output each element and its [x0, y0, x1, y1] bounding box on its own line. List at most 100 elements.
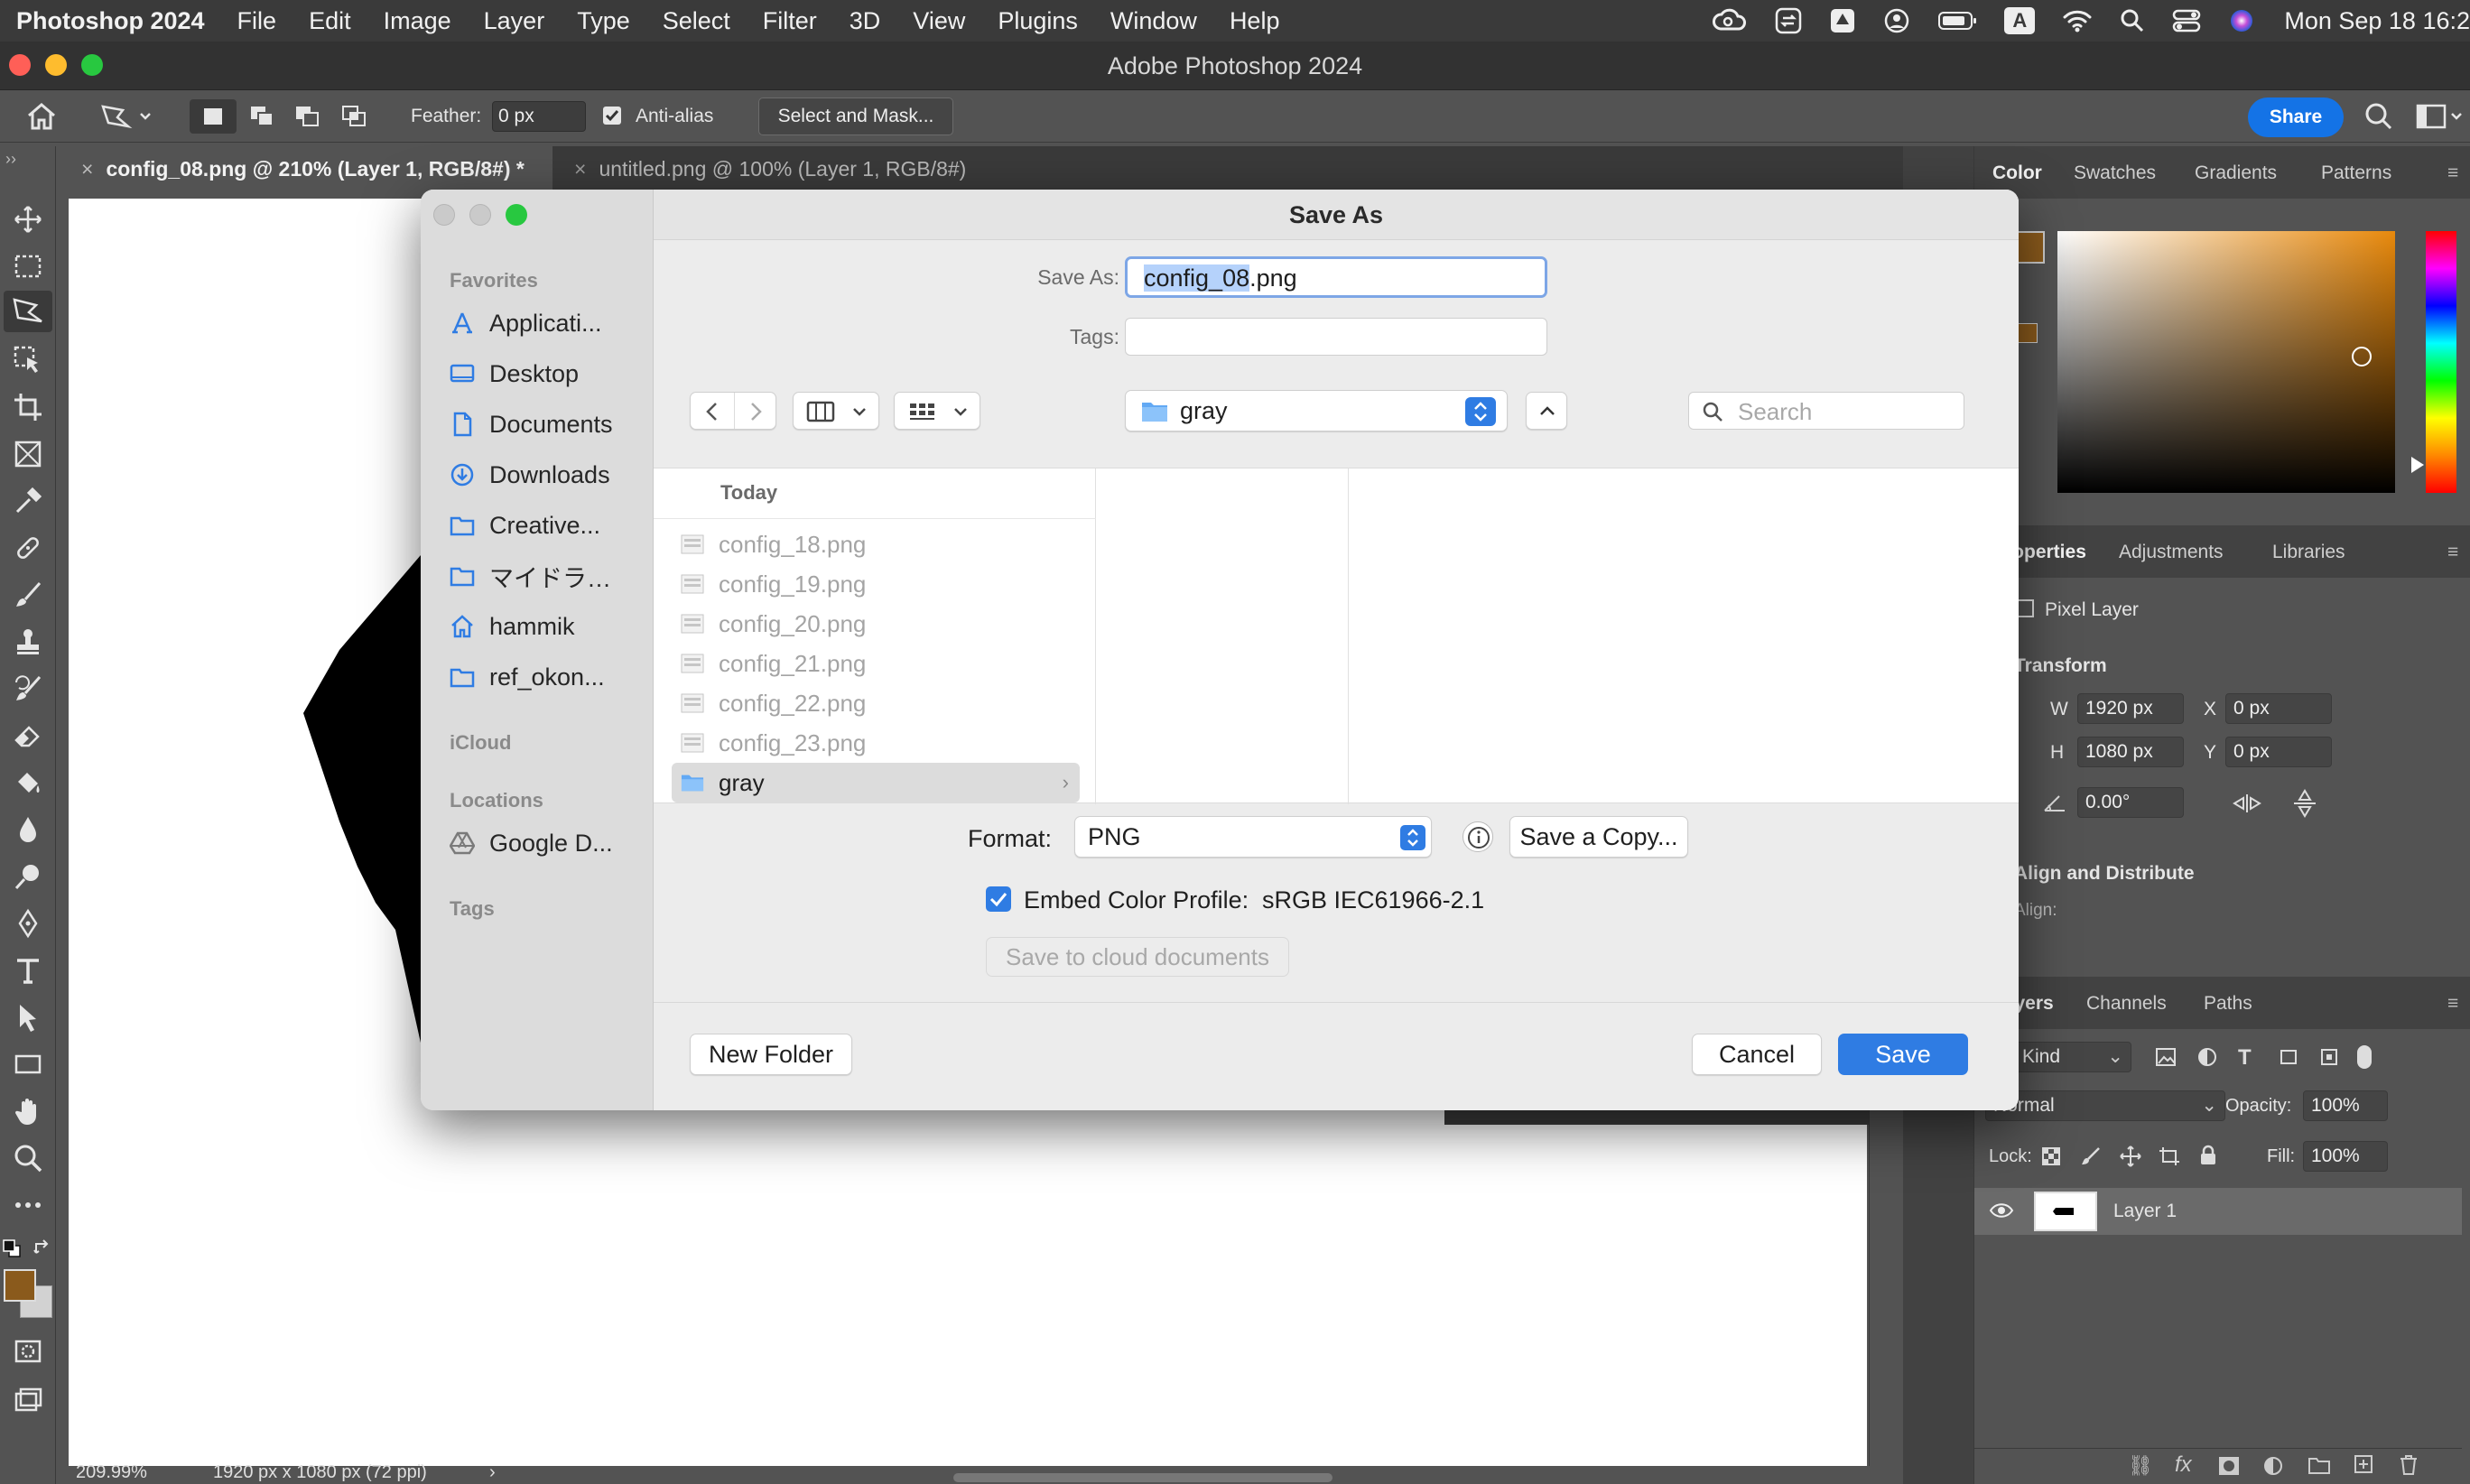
sidebar-item-creative[interactable]: Creative... [450, 507, 600, 543]
wifi-icon[interactable] [2062, 8, 2093, 33]
swap-colors-icon[interactable] [32, 1238, 52, 1258]
menubar-clock[interactable]: Mon Sep 18 16:2 [2284, 7, 2470, 35]
input-source-icon[interactable]: A [2004, 7, 2036, 34]
more-tools-icon[interactable] [13, 1190, 43, 1220]
menu-help[interactable]: Help [1230, 7, 1280, 35]
tab-color[interactable]: Color [1992, 162, 2042, 184]
file-item[interactable]: config_22.png [672, 683, 1080, 723]
menu-plugins[interactable]: Plugins [998, 7, 1078, 35]
file-item[interactable]: config_18.png [672, 524, 1080, 564]
back-button[interactable] [703, 401, 721, 422]
add-mask-icon[interactable] [2218, 1456, 2240, 1476]
add-to-selection-icon[interactable] [244, 99, 280, 134]
adjustment-layer-icon[interactable] [2263, 1456, 2283, 1476]
color-picker-handle[interactable] [2352, 347, 2372, 366]
tab-adjustments[interactable]: Adjustments [2119, 542, 2224, 563]
tags-header[interactable]: Tags [450, 897, 495, 921]
format-popup[interactable]: PNG [1074, 816, 1432, 858]
menu-file[interactable]: File [237, 7, 277, 35]
tab-libraries[interactable]: Libraries [2272, 542, 2345, 563]
delete-layer-icon[interactable] [2399, 1454, 2419, 1476]
sidebar-item-downloads[interactable]: Downloads [450, 457, 610, 493]
embed-profile-checkbox[interactable] [986, 886, 1011, 912]
filter-shape-icon[interactable] [2278, 1047, 2299, 1067]
angle-field[interactable]: 0.00° [2077, 787, 2184, 818]
menu-layer[interactable]: Layer [484, 7, 545, 35]
menu-image[interactable]: Image [384, 7, 451, 35]
brush-tool-icon[interactable] [13, 580, 43, 610]
anti-alias-checkbox[interactable] [603, 107, 621, 125]
lock-artboard-icon[interactable] [2159, 1146, 2180, 1166]
menu-select[interactable]: Select [663, 7, 730, 35]
crop-tool-icon[interactable] [13, 392, 43, 422]
file-item[interactable]: config_23.png [672, 723, 1080, 763]
menu-edit[interactable]: Edit [309, 7, 351, 35]
filter-type-icon[interactable]: T [2238, 1045, 2252, 1071]
hand-tool-icon[interactable] [13, 1096, 43, 1127]
sidebar-item-documents[interactable]: Documents [450, 406, 613, 442]
search-icon[interactable] [2363, 101, 2394, 132]
lock-pixels-icon[interactable] [2081, 1146, 2101, 1166]
filter-toggle[interactable] [2357, 1045, 2372, 1069]
share-button[interactable]: Share [2248, 97, 2344, 137]
filter-smart-object-icon[interactable] [2319, 1047, 2339, 1067]
location-popup[interactable]: gray [1125, 390, 1508, 431]
zoom-level[interactable]: 209.99% [76, 1462, 147, 1483]
sidebar-item-hammik[interactable]: hammik [450, 608, 575, 645]
object-selection-tool-icon[interactable] [13, 345, 43, 376]
group-view-button[interactable] [894, 392, 980, 430]
healing-brush-tool-icon[interactable] [13, 533, 43, 563]
select-and-mask-button[interactable]: Select and Mask... [758, 97, 953, 135]
layer-name[interactable]: Layer 1 [2113, 1201, 2177, 1222]
zoom-tool-icon[interactable] [13, 1143, 43, 1173]
status-menu-arrow[interactable]: › [489, 1462, 496, 1483]
creative-cloud-icon[interactable] [1712, 7, 1748, 34]
bg-color-swatch[interactable] [2018, 323, 2038, 343]
dialog-close-button[interactable] [433, 204, 455, 226]
color-picker-field[interactable] [2057, 231, 2395, 493]
default-colors-icon[interactable] [2, 1238, 22, 1258]
close-tab-icon[interactable]: × [574, 157, 586, 181]
layer-filter-select[interactable]: Kind ⌄ [2014, 1042, 2131, 1072]
transform-header[interactable]: Transform [2014, 655, 2107, 677]
cancel-button[interactable]: Cancel [1692, 1034, 1822, 1075]
menu-filter[interactable]: Filter [763, 7, 817, 35]
menu-view[interactable]: View [913, 7, 965, 35]
align-distribute-header[interactable]: Align and Distribute [2014, 863, 2195, 885]
panel-menu-icon[interactable]: ≡ [2447, 993, 2458, 1015]
battery-icon[interactable] [1937, 10, 1977, 32]
tab-channels[interactable]: Channels [2086, 993, 2167, 1015]
fx-icon[interactable]: fx [2175, 1452, 2192, 1478]
new-folder-button[interactable]: New Folder [690, 1034, 852, 1075]
x-field[interactable]: 0 px [2225, 693, 2332, 724]
sidebar-item-my-drive[interactable]: マイドラ… [450, 558, 611, 594]
sidebar-item-google-drive[interactable]: Google D... [450, 825, 613, 861]
document-tab-config-08[interactable]: × config_08.png @ 210% (Layer 1, RGB/8#) … [65, 146, 552, 191]
feather-input[interactable]: 0 px [492, 101, 586, 132]
forward-button[interactable] [747, 401, 765, 422]
file-item[interactable]: config_20.png [672, 604, 1080, 644]
foreground-color-swatch[interactable] [4, 1269, 36, 1302]
menu-type[interactable]: Type [577, 7, 630, 35]
eraser-tool-icon[interactable] [13, 720, 43, 751]
subtract-from-selection-icon[interactable] [289, 99, 325, 134]
horizontal-scrollbar[interactable] [953, 1473, 1332, 1482]
sidebar-item-desktop[interactable]: Desktop [450, 356, 579, 392]
lasso-tool-icon[interactable] [4, 291, 52, 332]
sync-icon[interactable] [1775, 7, 1802, 34]
menu-window[interactable]: Window [1110, 7, 1197, 35]
collapse-tools-icon[interactable]: ›› [5, 150, 16, 169]
filter-pixel-icon[interactable] [2155, 1047, 2177, 1067]
y-field[interactable]: 0 px [2225, 737, 2332, 767]
pen-tool-icon[interactable] [13, 908, 43, 939]
menu-3d[interactable]: 3D [850, 7, 881, 35]
icloud-header[interactable]: iCloud [450, 731, 511, 755]
app-menu[interactable]: Photoshop 2024 [16, 7, 205, 35]
collapse-browser-button[interactable] [1526, 392, 1567, 430]
blur-tool-icon[interactable] [13, 814, 43, 845]
file-item[interactable]: config_21.png [672, 644, 1080, 683]
new-group-icon[interactable] [2308, 1456, 2330, 1474]
column-view-button[interactable] [793, 392, 879, 430]
save-button[interactable]: Save [1838, 1034, 1968, 1075]
workspace-icon[interactable] [2416, 101, 2466, 132]
